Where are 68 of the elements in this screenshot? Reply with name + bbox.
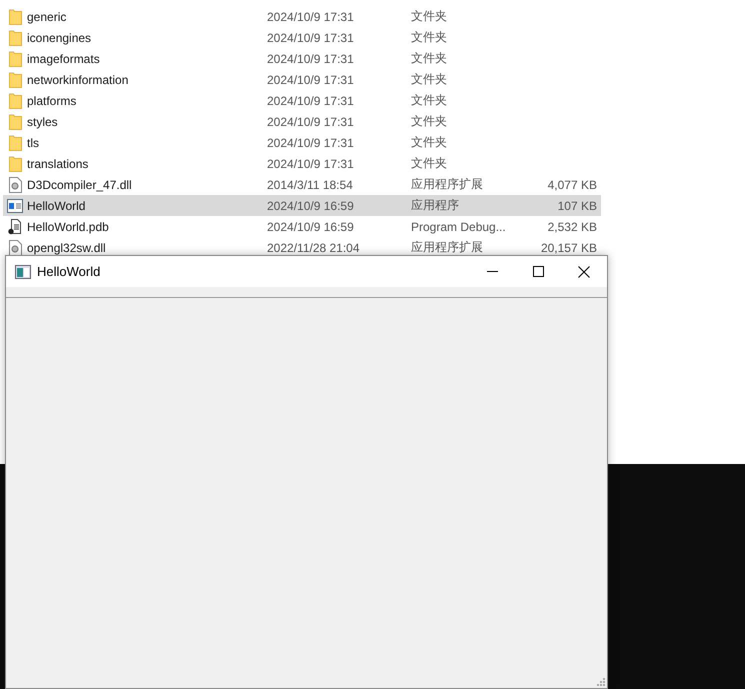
file-name: tls bbox=[27, 136, 40, 150]
folder-icon bbox=[8, 156, 22, 172]
file-size: 107 KB bbox=[558, 198, 597, 212]
file-row[interactable]: imageformats 2024/10/9 17:31 文件夹 bbox=[3, 48, 601, 69]
file-date: 2024/10/9 16:59 bbox=[267, 198, 355, 212]
file-row[interactable]: tls 2024/10/9 17:31 文件夹 bbox=[3, 132, 601, 153]
folder-icon bbox=[8, 134, 22, 150]
file-row[interactable]: generic 2024/10/9 17:31 文件夹 bbox=[3, 6, 601, 27]
file-name: iconengines bbox=[27, 30, 92, 44]
application-icon bbox=[7, 198, 23, 212]
file-size: 20,157 KB bbox=[540, 240, 597, 254]
file-date: 2024/10/9 17:31 bbox=[267, 52, 355, 66]
file-name: styles bbox=[27, 114, 59, 128]
file-date: 2024/10/9 17:31 bbox=[267, 72, 355, 86]
file-type: 文件夹 bbox=[411, 155, 448, 172]
file-row[interactable]: HelloWorld 2024/10/9 16:59 应用程序 107 KB bbox=[3, 195, 601, 216]
file-row[interactable]: platforms 2024/10/9 17:31 文件夹 bbox=[3, 90, 601, 111]
file-name: platforms bbox=[27, 94, 78, 108]
folder-icon bbox=[8, 114, 22, 130]
maximize-icon bbox=[532, 266, 544, 277]
file-name: HelloWorld.pdb bbox=[27, 220, 110, 234]
file-type: 文件夹 bbox=[411, 71, 448, 88]
file-date: 2014/3/11 18:54 bbox=[267, 178, 354, 192]
file-name: HelloWorld bbox=[27, 198, 86, 212]
file-name: imageformats bbox=[27, 52, 101, 66]
file-date: 2024/10/9 17:31 bbox=[267, 10, 355, 24]
file-type: 文件夹 bbox=[411, 134, 448, 151]
file-name: networkinformation bbox=[27, 72, 130, 86]
file-date: 2024/10/9 17:31 bbox=[267, 136, 355, 150]
folder-icon bbox=[8, 72, 22, 88]
window-icon bbox=[15, 264, 31, 278]
file-row[interactable]: styles 2024/10/9 17:31 文件夹 bbox=[3, 111, 601, 132]
file-row[interactable]: networkinformation 2024/10/9 17:31 文件夹 bbox=[3, 69, 601, 90]
file-name: translations bbox=[27, 156, 90, 170]
file-name: D3Dcompiler_47.dll bbox=[27, 178, 133, 192]
folder-icon bbox=[8, 30, 22, 46]
file-name: generic bbox=[27, 10, 68, 24]
file-type: 文件夹 bbox=[411, 50, 448, 67]
folder-icon bbox=[8, 92, 22, 108]
file-type: 文件夹 bbox=[411, 8, 448, 25]
resize-grip-icon[interactable] bbox=[597, 678, 605, 686]
file-size: 2,532 KB bbox=[548, 220, 597, 234]
file-type: 文件夹 bbox=[411, 113, 448, 130]
file-type: 应用程序扩展 bbox=[411, 239, 484, 256]
file-type: Program Debug... bbox=[411, 220, 507, 234]
file-type: 应用程序 bbox=[411, 197, 460, 214]
file-name: opengl32sw.dll bbox=[27, 240, 107, 254]
file-row[interactable]: iconengines 2024/10/9 17:31 文件夹 bbox=[3, 27, 601, 48]
file-row[interactable]: opengl32sw.dll 2022/11/28 21:04 应用程序扩展 20,157 KB bbox=[3, 237, 601, 258]
file-date: 2024/10/9 17:31 bbox=[267, 94, 355, 108]
file-type: 文件夹 bbox=[411, 29, 448, 46]
folder-icon bbox=[8, 50, 22, 66]
file-gear-icon bbox=[8, 176, 22, 192]
window-title: HelloWorld bbox=[37, 264, 100, 279]
file-row[interactable]: D3Dcompiler_47.dll 2014/3/11 18:54 应用程序扩展 4,077 KB bbox=[3, 174, 601, 195]
file-type: 应用程序扩展 bbox=[411, 176, 484, 193]
file-size: 4,077 KB bbox=[548, 178, 597, 192]
file-type: 文件夹 bbox=[411, 92, 448, 109]
file-date: 2024/10/9 16:59 bbox=[267, 220, 355, 234]
file-date: 2022/11/28 21:04 bbox=[267, 240, 361, 254]
file-row[interactable]: HelloWorld.pdb 2024/10/9 16:59 Program Debug... 2,532 KB bbox=[3, 216, 601, 237]
file-icon bbox=[8, 218, 22, 234]
close-icon bbox=[578, 266, 590, 278]
folder-icon bbox=[8, 8, 22, 24]
file-date: 2024/10/9 17:31 bbox=[267, 114, 355, 128]
file-row[interactable]: translations 2024/10/9 17:31 文件夹 bbox=[3, 153, 601, 174]
file-date: 2024/10/9 17:31 bbox=[267, 156, 355, 170]
file-date: 2024/10/9 17:31 bbox=[267, 30, 355, 44]
